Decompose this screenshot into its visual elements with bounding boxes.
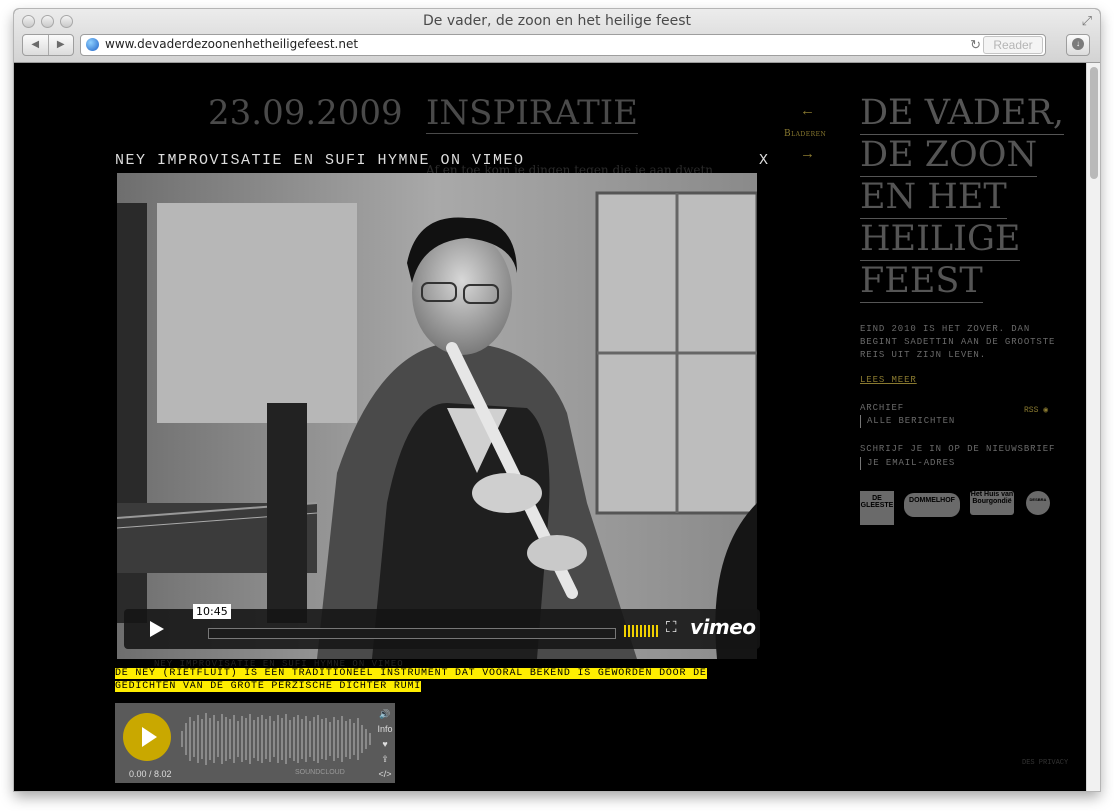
globe-icon (86, 38, 99, 51)
post-date: 23.09.2009 (208, 93, 403, 133)
footer-text: DES PRIVACY (1022, 759, 1069, 767)
video-caption: DE NEY (RIETFLUIT) IS EEN TRADITIONEEL I… (115, 667, 755, 693)
sponsor-logos: DE GLEESTE DOMMELHOF Het Huis van Bourgo… (860, 491, 1050, 531)
downloads-button[interactable]: ↓ (1066, 34, 1090, 56)
fullscreen-icon[interactable]: ⛶ (666, 619, 677, 636)
play-icon[interactable] (138, 617, 172, 641)
browser-window: De vader, de zoon en het heilige feest ⤢… (14, 9, 1100, 791)
audio-time: 0.00 / 8.02 (129, 769, 172, 779)
sponsor-logo-de-gleeste[interactable]: DE GLEESTE (860, 491, 894, 525)
url-text[interactable]: www.devaderdezoonenhetheiligefeest.net (105, 37, 358, 51)
info-link[interactable]: Info (377, 722, 393, 737)
reload-icon[interactable]: ↻ (970, 37, 981, 53)
site-title[interactable]: DE VADER, DE ZOON EN HET HEILIGE FEEST (860, 93, 1070, 303)
sponsor-logo-desbra[interactable]: DESBRA (1026, 491, 1050, 515)
sidebar-intro: EIND 2010 IS HET ZOVER. DAN BEGINT SADET… (860, 324, 1056, 360)
video-progress-bar[interactable] (208, 628, 616, 639)
sponsor-logo-dommelhof[interactable]: DOMMELHOF (904, 493, 960, 517)
modal-title: NEY IMPROVISATIE EN SUFI HYMNE ON VIMEO (115, 152, 525, 169)
reader-button[interactable]: Reader (983, 36, 1043, 54)
scrollbar-thumb[interactable] (1090, 67, 1098, 179)
back-forward-buttons: ◀ ▶ (22, 34, 74, 56)
download-icon: ↓ (1072, 38, 1084, 50)
vertical-scrollbar[interactable] (1086, 63, 1100, 791)
rss-icon: ◉ (1043, 406, 1049, 415)
volume-bars[interactable] (624, 625, 658, 637)
soundcloud-logo[interactable]: SOUNDCLOUD (295, 769, 345, 776)
previous-post-arrow-icon[interactable]: ← (800, 102, 815, 119)
window-title: De vader, de zoon en het heilige feest (422, 13, 692, 29)
favorite-icon[interactable]: ♥ (377, 737, 393, 752)
newsletter-label: SCHRIJF JE IN OP DE NIEUWSBRIEF (860, 444, 1056, 454)
caption-text: DE NEY (RIETFLUIT) IS EEN TRADITIONEEL I… (115, 668, 707, 692)
video-controls: 10:45 ⛶ vimeo (124, 604, 760, 649)
site-title-line: EN HET (860, 177, 1007, 219)
back-button[interactable]: ◀ (23, 35, 49, 55)
title-bar: De vader, de zoon en het heilige feest ⤢… (14, 9, 1100, 63)
post-title[interactable]: INSPIRATIE (426, 93, 639, 134)
audio-side-icons: 🔊 Info ♥ ⇪ </> (377, 707, 393, 782)
embed-icon[interactable]: </> (377, 767, 393, 782)
address-bar[interactable]: www.devaderdezoonenhetheiligefeest.net ↻… (80, 34, 1046, 56)
email-input[interactable]: JE EMAIL-ADRES (860, 457, 955, 470)
video-frame-image (117, 173, 757, 659)
video-time-badge: 10:45 (193, 604, 231, 619)
page-content: 23.09.2009 INSPIRATIE Af en toe kom je d… (14, 63, 1086, 791)
modal-close-button[interactable]: X (759, 152, 768, 169)
site-title-line: DE VADER, (860, 93, 1065, 135)
audio-play-icon[interactable] (123, 713, 171, 761)
share-icon[interactable]: ⇪ (377, 752, 393, 767)
forward-button[interactable]: ▶ (49, 35, 74, 55)
audio-waveform[interactable] (181, 709, 371, 769)
fullscreen-toggle-icon[interactable]: ⤢ (1082, 13, 1092, 29)
archive-label: ARCHIEF (860, 403, 905, 413)
site-title-line: HEILIGE (860, 219, 1021, 261)
vimeo-logo[interactable]: vimeo (690, 615, 756, 639)
next-post-arrow-icon[interactable]: → (800, 145, 815, 162)
site-title-line: DE ZOON (860, 135, 1038, 177)
sponsor-logo-huis-van-bourgondie[interactable]: Het Huis van Bourgondië (970, 491, 1014, 515)
vimeo-video[interactable] (117, 173, 757, 659)
browse-label: Bladeren (784, 129, 827, 139)
rss-label: RSS (1024, 406, 1039, 415)
site-title-line: FEEST (860, 261, 983, 303)
rss-link[interactable]: RSS ◉ (1024, 405, 1048, 415)
volume-icon[interactable]: 🔊 (377, 707, 393, 722)
read-more-link[interactable]: LEES MEER (860, 374, 917, 387)
soundcloud-player: 0.00 / 8.02 🔊 Info ♥ ⇪ </> SOUNDCLOUD (115, 703, 395, 783)
all-posts-link[interactable]: ALLE BERICHTEN (860, 415, 955, 428)
